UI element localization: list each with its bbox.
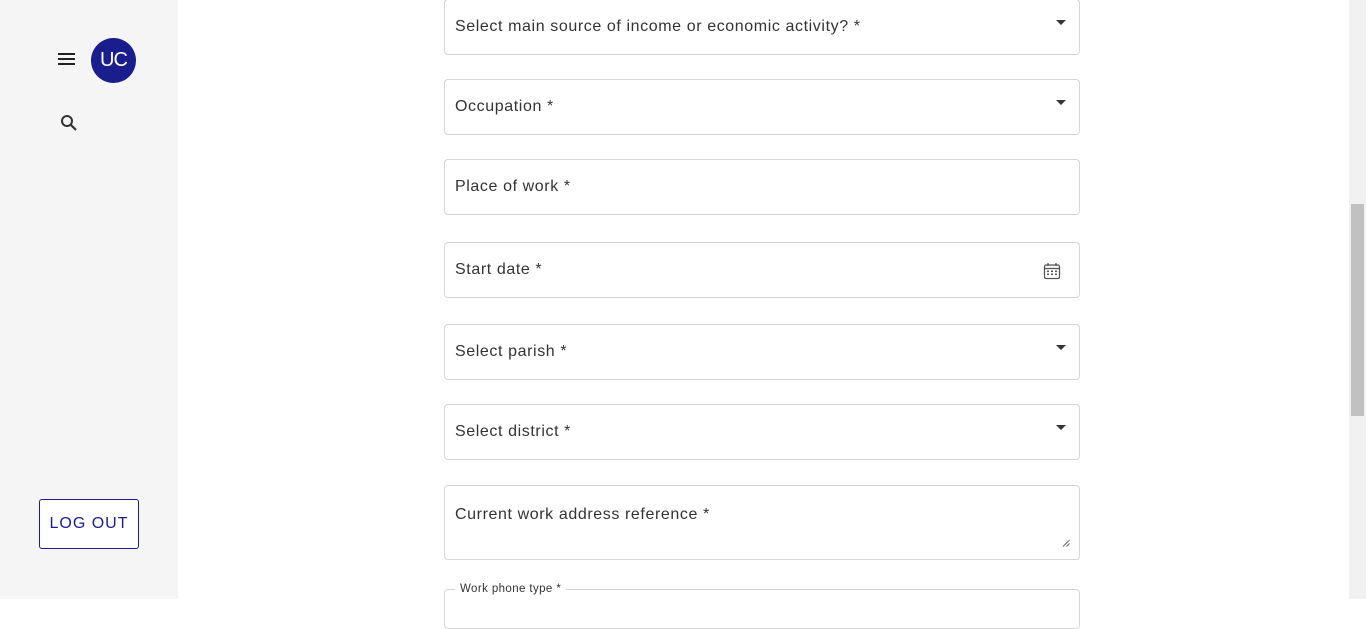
work-address-label: Current work address reference * (455, 506, 710, 523)
start-date-label: Start date * (455, 261, 543, 278)
occupation-select[interactable]: Occupation * (444, 79, 1080, 135)
income-source-label: Select main source of income or economic… (455, 18, 861, 35)
sidebar: UC LOG OUT (0, 0, 178, 599)
work-address-textarea[interactable]: Current work address reference * (444, 485, 1080, 560)
district-select[interactable]: Select district * (444, 404, 1080, 460)
avatar[interactable]: UC (91, 38, 136, 83)
income-source-select[interactable]: Select main source of income or economic… (444, 0, 1080, 55)
district-label: Select district * (455, 423, 572, 440)
logout-button[interactable]: LOG OUT (39, 499, 139, 549)
occupation-label: Occupation * (455, 98, 554, 115)
start-date-input[interactable]: Start date * (444, 242, 1080, 298)
hamburger-menu-icon[interactable] (56, 50, 77, 68)
resize-handle-icon[interactable] (1062, 539, 1070, 547)
chevron-down-icon (1056, 20, 1066, 25)
scrollbar-thumb[interactable] (1351, 204, 1364, 416)
search-icon[interactable] (59, 113, 79, 133)
calendar-icon[interactable] (1043, 262, 1061, 280)
parish-label: Select parish * (455, 343, 568, 360)
parish-select[interactable]: Select parish * (444, 324, 1080, 380)
chevron-down-icon (1056, 100, 1066, 105)
chevron-down-icon (1056, 425, 1066, 430)
place-of-work-input[interactable]: Place of work * (444, 159, 1080, 215)
work-phone-type-label: Work phone type * (455, 583, 567, 595)
chevron-down-icon (1056, 345, 1066, 350)
place-of-work-label: Place of work * (455, 178, 571, 195)
work-phone-type-select[interactable]: Work phone type * (444, 583, 1080, 629)
